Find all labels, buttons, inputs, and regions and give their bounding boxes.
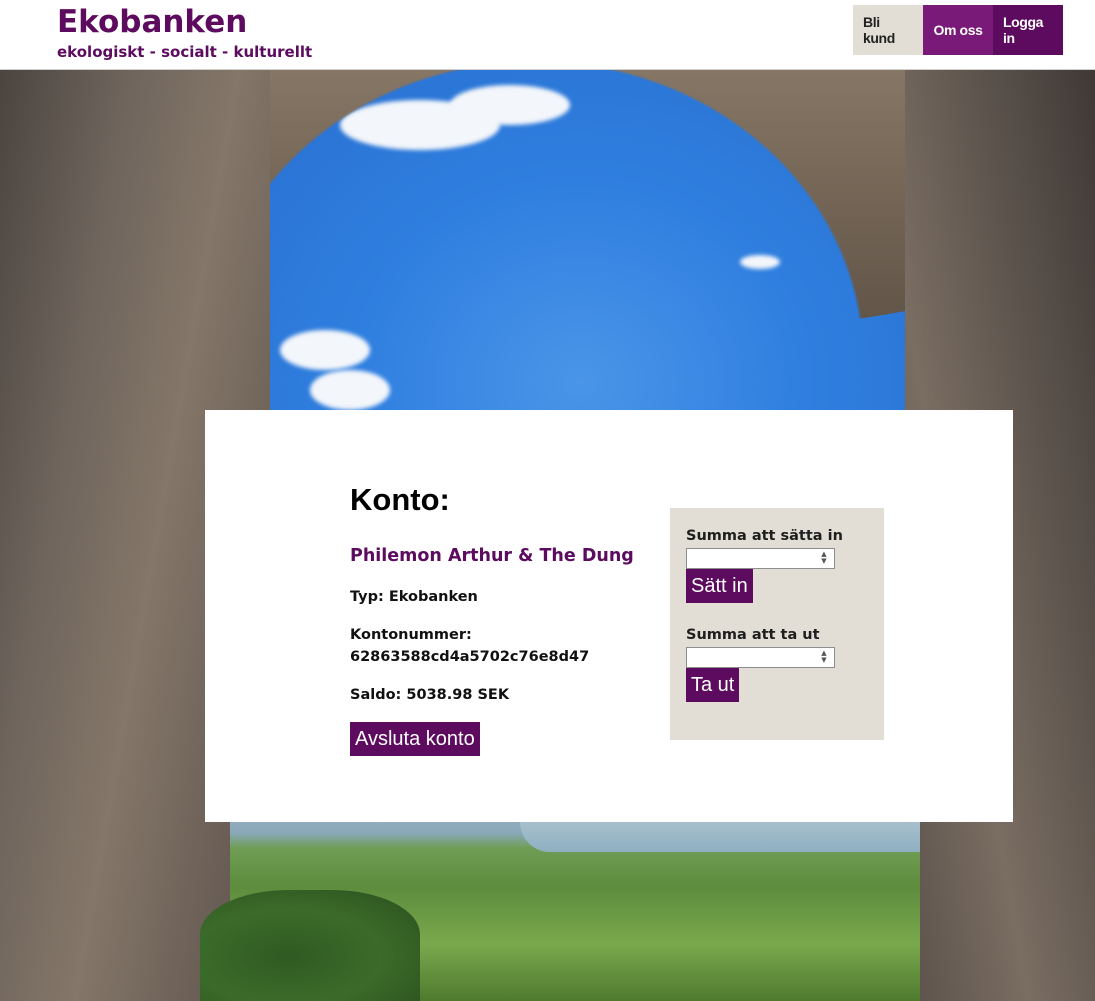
withdraw-button[interactable]: Ta ut <box>686 668 740 702</box>
site-header: Ekobanken ekologiskt - socialt - kulture… <box>0 0 1095 70</box>
site-tagline: ekologiskt - socialt - kulturellt <box>57 43 313 61</box>
close-account-button[interactable]: Avsluta konto <box>350 722 480 756</box>
deposit-amount-input[interactable]: ▲ ▼ <box>686 548 835 569</box>
trees <box>200 890 420 1001</box>
deposit-label: Summa att sätta in <box>686 528 843 544</box>
withdraw-label: Summa att ta ut <box>686 627 820 643</box>
main-nav: Bli kund Om oss Logga in <box>853 5 1063 55</box>
account-card: Konto: Philemon Arthur & The Dung Typ: E… <box>205 410 1013 822</box>
withdraw-amount-input[interactable]: ▲ ▼ <box>686 647 835 668</box>
account-number-label: Kontonummer: <box>350 627 472 643</box>
account-balance: Saldo: 5038.98 SEK <box>350 687 510 703</box>
account-number: 62863588cd4a5702c76e8d47 <box>350 649 590 665</box>
site-title[interactable]: Ekobanken <box>57 2 247 42</box>
number-spinner-icon[interactable]: ▲ ▼ <box>817 650 831 665</box>
account-number-block: Kontonummer: 62863588cd4a5702c76e8d47 <box>350 624 640 668</box>
cloud <box>280 330 370 370</box>
number-spinner-icon[interactable]: ▲ ▼ <box>817 551 831 566</box>
account-holder: Philemon Arthur & The Dung <box>350 546 634 566</box>
lake <box>520 822 920 852</box>
withdraw-group: Summa att ta ut ▲ ▼ Ta ut <box>686 625 868 702</box>
nav-login[interactable]: Logga in <box>993 5 1063 55</box>
deposit-group: Summa att sätta in ▲ ▼ Sätt in <box>686 526 868 603</box>
account-details: Konto: Philemon Arthur & The Dung Typ: E… <box>350 480 640 756</box>
nav-about[interactable]: Om oss <box>923 5 993 55</box>
deposit-button[interactable]: Sätt in <box>686 569 753 603</box>
account-heading: Konto: <box>350 482 450 517</box>
nav-become-customer[interactable]: Bli kund <box>853 5 923 55</box>
transaction-panel: Summa att sätta in ▲ ▼ Sätt in Summa att … <box>670 508 884 740</box>
account-type: Typ: Ekobanken <box>350 589 478 605</box>
cloud <box>310 370 390 410</box>
